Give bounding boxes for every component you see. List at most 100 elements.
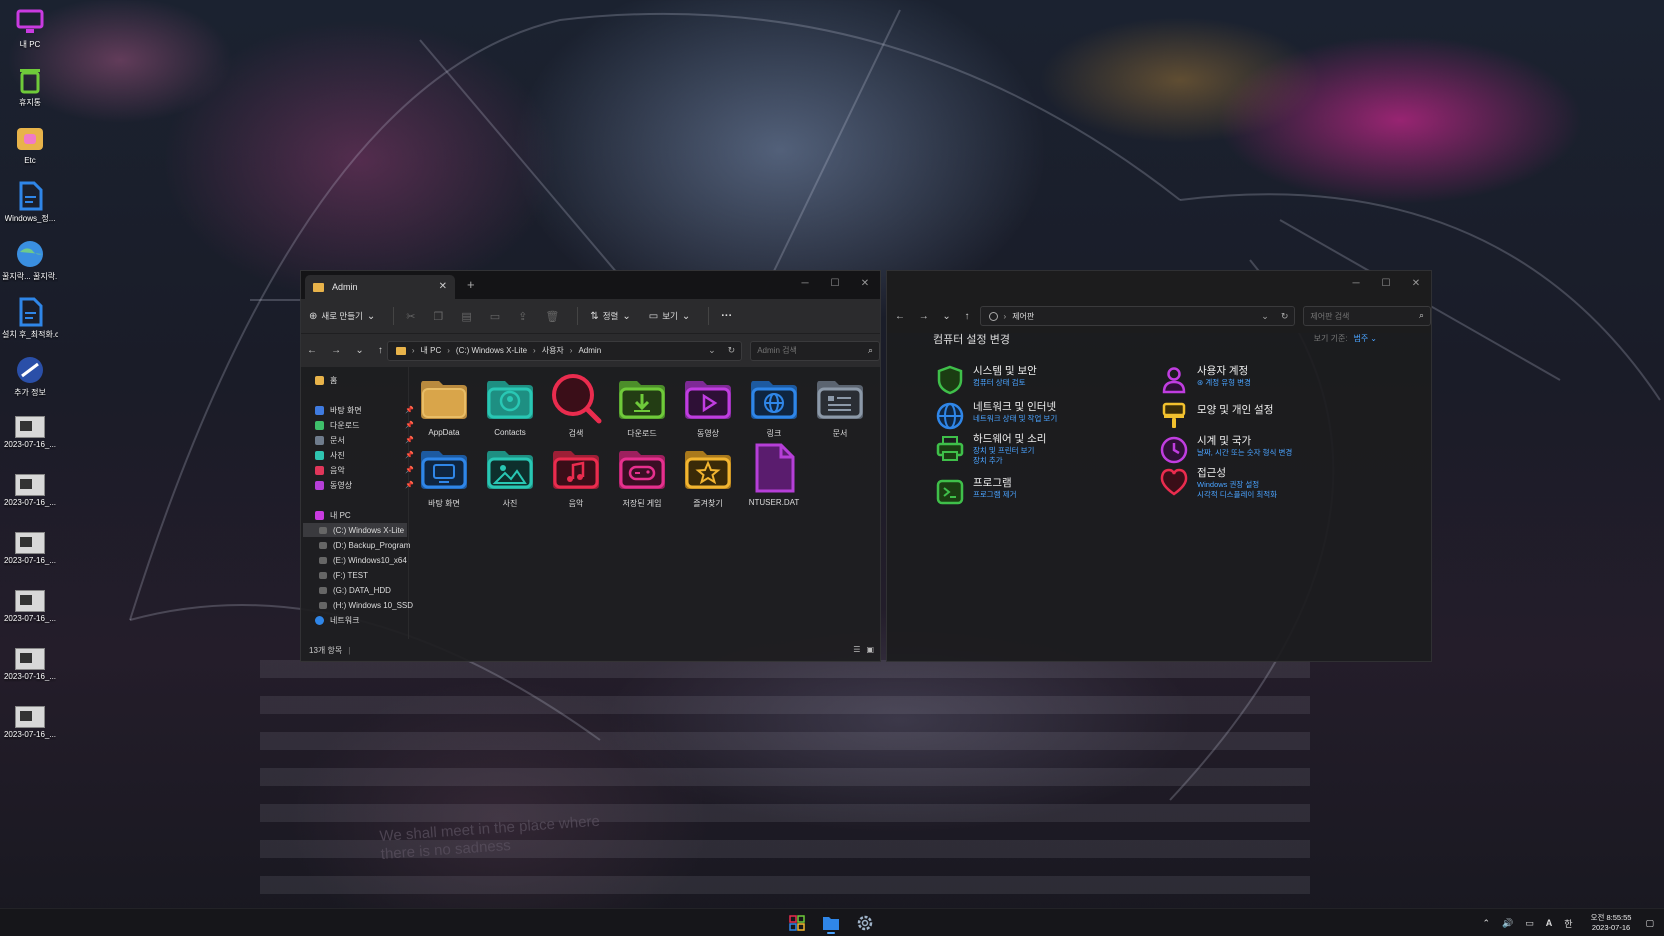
ime-indicator[interactable]: A bbox=[1546, 918, 1553, 928]
desktop-icon-screenshot[interactable]: 2023-07-16_... bbox=[2, 698, 58, 756]
taskbar-file-explorer[interactable] bbox=[818, 912, 844, 934]
address-bar[interactable]: › 내 PC › (C:) Windows X-Lite › 사용자 › Adm… bbox=[386, 340, 743, 361]
desktop-icon-more-info[interactable]: 추가 정보 bbox=[2, 350, 58, 408]
explorer-search[interactable]: ⌕ bbox=[750, 340, 880, 361]
sort-button[interactable]: ⇅ 정렬 ⌄ bbox=[590, 310, 634, 322]
forward-arrow-icon[interactable]: → bbox=[919, 311, 929, 322]
search-input[interactable] bbox=[757, 346, 858, 355]
breadcrumb-item[interactable]: 내 PC bbox=[421, 345, 442, 356]
category-link[interactable]: ⊛ 계정 유형 변경 bbox=[1197, 378, 1251, 388]
file-item-ntuser[interactable]: NTUSER.DAT bbox=[743, 441, 805, 513]
minimize-button[interactable]: ─ bbox=[1341, 271, 1371, 295]
file-item-music[interactable]: 음악 bbox=[545, 441, 607, 513]
nav-quick-downloads[interactable]: 다운로드 📌 bbox=[315, 418, 414, 432]
close-button[interactable]: ✕ bbox=[850, 271, 880, 295]
nav-network[interactable]: 네트워크 bbox=[315, 613, 359, 627]
desktop-icon-screenshot[interactable]: 2023-07-16_... bbox=[2, 640, 58, 698]
desktop-icon-etc[interactable]: Etc bbox=[2, 118, 58, 176]
category-link[interactable]: 장치 및 프린터 보기 bbox=[973, 446, 1046, 456]
file-item-appdata[interactable]: AppData bbox=[413, 371, 475, 443]
file-item-links[interactable]: 링크 bbox=[743, 371, 805, 443]
breadcrumb-item[interactable]: (C:) Windows X-Lite bbox=[456, 346, 527, 355]
category-title[interactable]: 하드웨어 및 소리 bbox=[973, 433, 1046, 446]
close-button[interactable]: ✕ bbox=[1401, 271, 1431, 295]
recent-chevron-icon[interactable]: ⌄ bbox=[942, 311, 950, 322]
nav-drive-h[interactable]: (H:) Windows 10_SSD bbox=[319, 598, 413, 612]
maximize-button[interactable]: ☐ bbox=[1371, 271, 1401, 295]
up-arrow-icon[interactable]: ↑ bbox=[965, 311, 970, 322]
nav-home[interactable]: 홈 bbox=[315, 373, 337, 387]
category-link[interactable]: 컴퓨터 상태 검토 bbox=[973, 378, 1037, 388]
nav-this-pc[interactable]: 내 PC bbox=[315, 508, 351, 522]
desktop-icon-recycle-bin[interactable]: 휴지통 bbox=[2, 60, 58, 118]
desktop-icon-screenshot[interactable]: 2023-07-16_... bbox=[2, 408, 58, 466]
nav-quick-videos[interactable]: 동영상 📌 bbox=[315, 478, 414, 492]
chevron-down-icon[interactable]: ⌄ bbox=[1261, 311, 1269, 322]
explorer-titlebar[interactable]: Admin ✕ + ─ ☐ ✕ bbox=[301, 271, 880, 299]
delete-button[interactable]: 🗑 bbox=[545, 310, 559, 323]
file-item-searches[interactable]: 검색 bbox=[545, 371, 607, 443]
file-item-documents[interactable]: 문서 bbox=[809, 371, 871, 443]
breadcrumb-item[interactable]: 제어판 bbox=[1012, 311, 1034, 322]
nav-quick-desktop[interactable]: 바탕 화면 📌 bbox=[315, 403, 414, 417]
volume-icon[interactable]: 🔊 bbox=[1502, 918, 1513, 929]
file-item-desktop[interactable]: 바탕 화면 bbox=[413, 441, 475, 513]
language-indicator[interactable]: 한 bbox=[1564, 917, 1572, 930]
desktop-icon-setup-cmd[interactable]: 설치 후_최적화.cmd bbox=[2, 292, 58, 350]
address-bar[interactable]: › 제어판 ⌄ ↻ bbox=[979, 306, 1296, 326]
desktop-icon-screenshot[interactable]: 2023-07-16_... bbox=[2, 524, 58, 582]
nav-quick-documents[interactable]: 문서 📌 bbox=[315, 433, 414, 447]
tab-admin[interactable]: Admin ✕ bbox=[305, 275, 455, 299]
maximize-button[interactable]: ☐ bbox=[820, 271, 850, 295]
up-arrow-icon[interactable]: ↑ bbox=[378, 345, 383, 356]
refresh-icon[interactable]: ↻ bbox=[1281, 311, 1289, 322]
category-title[interactable]: 접근성 bbox=[1197, 467, 1277, 480]
rename-button[interactable]: ▭ bbox=[490, 310, 500, 323]
back-arrow-icon[interactable]: ← bbox=[307, 345, 317, 356]
file-item-contacts[interactable]: Contacts bbox=[479, 371, 541, 443]
close-tab-icon[interactable]: ✕ bbox=[439, 281, 447, 292]
category-title[interactable]: 프로그램 bbox=[973, 477, 1016, 490]
chevron-down-icon[interactable]: ⌄ bbox=[708, 345, 716, 356]
new-tab-button[interactable]: + bbox=[467, 277, 475, 292]
copy-button[interactable]: ❐ bbox=[433, 310, 443, 323]
refresh-icon[interactable]: ↻ bbox=[728, 345, 736, 356]
search-input[interactable] bbox=[1310, 311, 1411, 321]
category-link[interactable]: Windows 권장 설정 bbox=[1197, 480, 1277, 490]
desktop-icon-screenshot[interactable]: 2023-07-16_... bbox=[2, 466, 58, 524]
control-panel-titlebar[interactable]: ─ ☐ ✕ bbox=[887, 271, 1431, 299]
back-arrow-icon[interactable]: ← bbox=[895, 311, 905, 322]
category-link[interactable]: 프로그램 제거 bbox=[973, 490, 1016, 500]
desktop-icon-globe[interactable]: 꿀지락... 꿀지락... bbox=[2, 234, 58, 292]
minimize-button[interactable]: ─ bbox=[790, 271, 820, 295]
notification-icon[interactable]: ▢ bbox=[1645, 918, 1654, 929]
taskbar-settings[interactable] bbox=[852, 912, 878, 934]
category-title[interactable]: 시계 및 국가 bbox=[1197, 435, 1292, 448]
file-item-saved-games[interactable]: 저장된 게임 bbox=[611, 441, 673, 513]
file-item-downloads[interactable]: 다운로드 bbox=[611, 371, 673, 443]
clock[interactable]: 오전 8:55:55 2023-07-16 bbox=[1591, 913, 1632, 933]
nav-drive-f[interactable]: (F:) TEST bbox=[319, 568, 368, 582]
nav-quick-pictures[interactable]: 사진 📌 bbox=[315, 448, 414, 462]
breadcrumb-item[interactable]: 사용자 bbox=[542, 345, 564, 356]
forward-arrow-icon[interactable]: → bbox=[331, 345, 341, 356]
more-options-button[interactable]: ··· bbox=[721, 310, 732, 322]
new-button[interactable]: ⊕ 새로 만들기 ⌄ bbox=[309, 310, 379, 322]
network-status-icon[interactable]: ▭ bbox=[1525, 918, 1534, 929]
category-title[interactable]: 네트워크 및 인터넷 bbox=[973, 401, 1057, 414]
desktop-icon-windows-doc[interactable]: Windows_정... bbox=[2, 176, 58, 234]
category-link[interactable]: 시각적 디스플레이 최적화 bbox=[1197, 490, 1277, 500]
category-link[interactable]: 날짜, 시간 또는 숫자 형식 변경 bbox=[1197, 448, 1292, 458]
paste-button[interactable]: ▤ bbox=[461, 310, 471, 323]
category-title[interactable]: 모양 및 개인 설정 bbox=[1197, 404, 1273, 417]
chevron-up-icon[interactable]: ⌃ bbox=[1483, 918, 1491, 929]
category-link[interactable]: 네트워크 상태 및 작업 보기 bbox=[973, 414, 1057, 424]
details-view-icon[interactable]: ☰ bbox=[853, 645, 860, 654]
breadcrumb-item[interactable]: Admin bbox=[578, 346, 601, 355]
category-title[interactable]: 시스템 및 보안 bbox=[973, 365, 1037, 378]
file-item-favorites[interactable]: 즐겨찾기 bbox=[677, 441, 739, 513]
control-panel-search[interactable]: ⌕ bbox=[1303, 306, 1431, 326]
share-button[interactable]: ⇪ bbox=[518, 310, 527, 323]
file-item-pictures[interactable]: 사진 bbox=[479, 441, 541, 513]
tiles-view-icon[interactable]: ▣ bbox=[866, 645, 874, 654]
